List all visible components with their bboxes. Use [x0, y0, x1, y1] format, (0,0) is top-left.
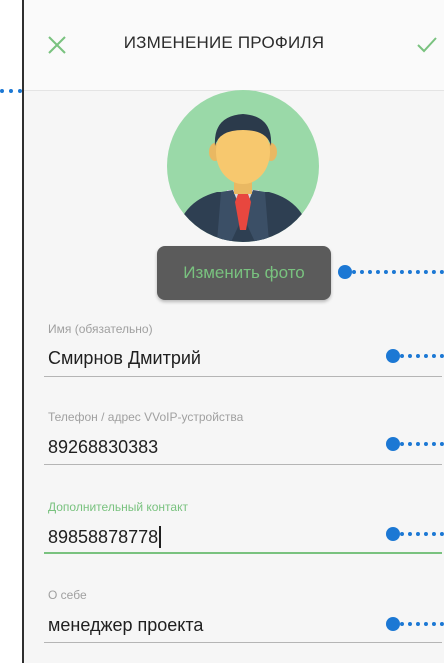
- change-photo-button[interactable]: Изменить фото: [157, 246, 331, 300]
- callout-dot: [386, 527, 400, 541]
- name-field-underline: [44, 376, 442, 377]
- extra-contact-field-label: Дополнительный контакт: [48, 500, 188, 514]
- callout-line: [400, 354, 444, 358]
- about-field[interactable]: менеджер проекта: [48, 610, 440, 640]
- callout-change-photo: [338, 265, 444, 279]
- extra-contact-field-underline: [44, 552, 442, 554]
- callout-about-field: [386, 617, 444, 631]
- name-field-label: Имя (обязательно): [48, 322, 153, 336]
- callout-dot: [386, 349, 400, 363]
- phone-field[interactable]: 89268830383: [48, 432, 440, 462]
- about-field-underline: [44, 642, 442, 643]
- phone-screen: ИЗМЕНЕНИЕ ПРОФИЛЯ Изменить фото Имя (обя…: [22, 0, 444, 663]
- callout-dot: [338, 265, 352, 279]
- about-field-label: О себе: [48, 588, 87, 602]
- name-field[interactable]: Смирнов Дмитрий: [48, 343, 440, 373]
- callout-line: [352, 270, 444, 274]
- callout-line: [400, 622, 444, 626]
- callout-dot: [386, 437, 400, 451]
- callout-phone-field: [386, 437, 444, 451]
- phone-field-underline: [44, 464, 442, 465]
- callout-line: [400, 442, 444, 446]
- callout-dot: [386, 617, 400, 631]
- callout-line: [400, 532, 444, 536]
- screenshot-root: ИЗМЕНЕНИЕ ПРОФИЛЯ Изменить фото Имя (обя…: [0, 0, 444, 663]
- callout-extra-contact-field: [386, 527, 444, 541]
- save-button[interactable]: [412, 30, 442, 60]
- phone-field-label: Телефон / адрес VVoIP-устройства: [48, 410, 244, 424]
- text-caret: [159, 526, 162, 548]
- user-avatar-icon[interactable]: [167, 90, 319, 242]
- checkmark-icon: [417, 37, 437, 53]
- app-bar: ИЗМЕНЕНИЕ ПРОФИЛЯ: [24, 0, 444, 91]
- callout-name-field: [386, 349, 444, 363]
- page-title: ИЗМЕНЕНИЕ ПРОФИЛЯ: [123, 33, 325, 52]
- extra-contact-field[interactable]: 89858878778: [48, 522, 440, 552]
- extra-contact-value: 89858878778: [48, 526, 159, 547]
- callout-edge-dots: [0, 89, 22, 93]
